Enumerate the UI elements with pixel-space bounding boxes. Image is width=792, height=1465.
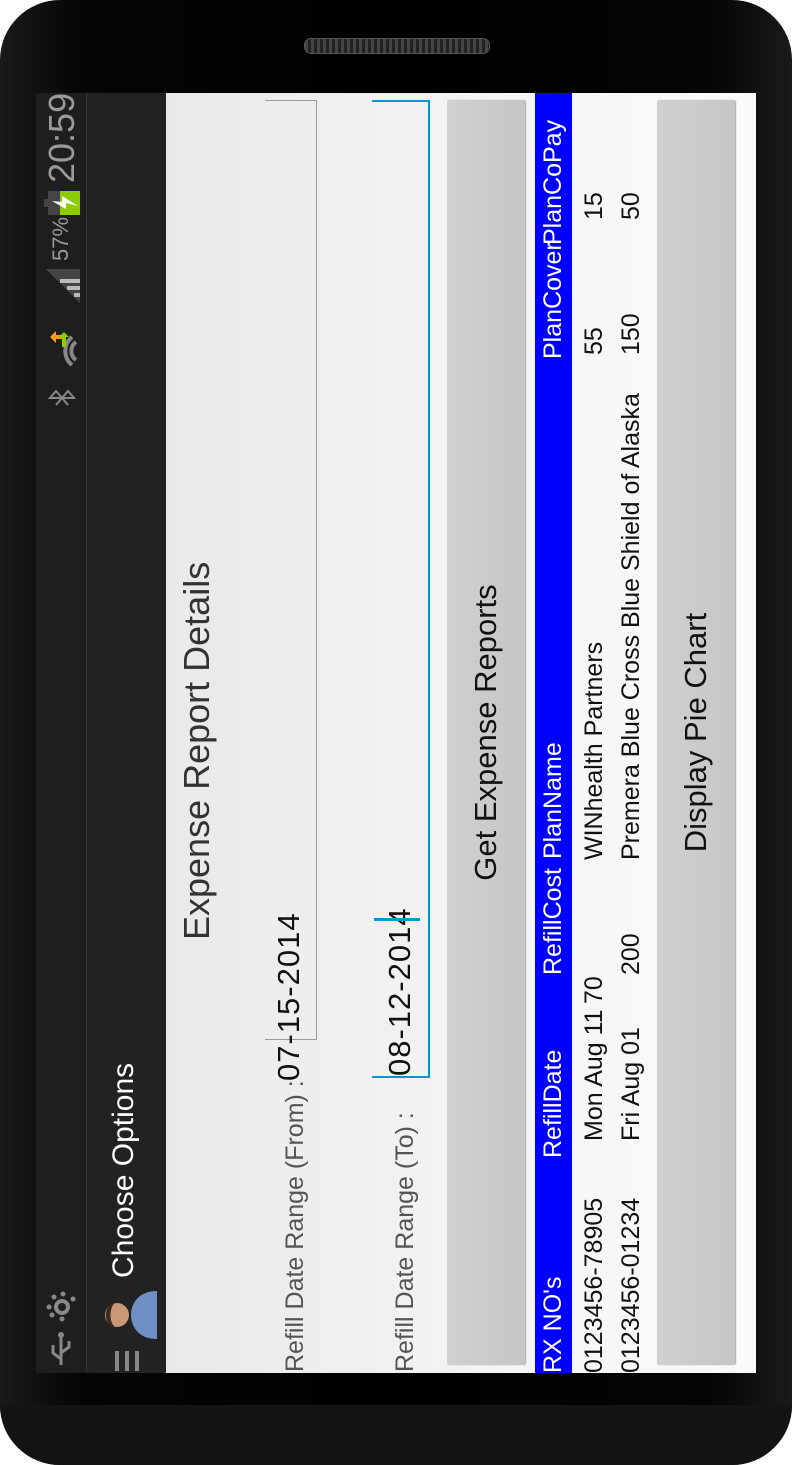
action-bar-title[interactable]: Choose Options	[107, 1063, 141, 1278]
to-date-input[interactable]: 08-12-2014	[372, 100, 430, 1078]
status-bar: 57% 20:59	[36, 93, 86, 1373]
header-rx-no: RX NO's	[539, 1276, 567, 1373]
landscape-content: 57% 20:59 Choose Options Expense Report …	[36, 93, 756, 1373]
speaker-grill	[304, 38, 490, 54]
header-refill-date: RefillDate	[539, 1049, 567, 1158]
page-title: Expense Report Details	[176, 561, 217, 940]
cell-rx-no: 0123456-01234	[617, 1197, 645, 1373]
cell-plan-name: Premera Blue Cross Blue Shield of Alaska	[617, 393, 645, 860]
header-plan-copay: PlanCoPay	[539, 119, 567, 245]
to-date-value: 08-12-2014	[382, 907, 417, 1076]
header-plan-name: PlanName	[539, 742, 567, 859]
table-header: RX NO's RefillDate RefillCost PlanName P…	[535, 93, 572, 1373]
cell-plan-name: WINhealth Partners	[580, 641, 608, 860]
drawer-menu-icon[interactable]	[109, 1351, 139, 1371]
cell-rx-no: 0123456-78905	[580, 1197, 608, 1373]
from-label: Refill Date Range (From) :	[281, 1080, 309, 1372]
usb-icon	[51, 1332, 71, 1365]
screen: 57% 20:59 Choose Options Expense Report …	[36, 93, 756, 1373]
avatar-icon[interactable]	[95, 1285, 157, 1345]
table-row: 0123456-01234 Fri Aug 01 200 Premera Blu…	[613, 93, 645, 1373]
app-icon	[46, 1291, 76, 1322]
cell-plan-copay: 50	[617, 192, 645, 220]
from-date-input[interactable]: 07-15-2014	[265, 100, 317, 1081]
header-refill-cost: RefillCost	[539, 868, 567, 975]
cell-plan-cover: 55	[580, 327, 608, 355]
clock: 20:59	[41, 93, 82, 183]
phone-bottom-bezel	[0, 1405, 792, 1465]
battery-percent: 57%	[48, 216, 73, 261]
bluetooth-icon	[48, 389, 76, 406]
phone-frame: 57% 20:59 Choose Options Expense Report …	[0, 0, 792, 1465]
battery-charging-icon	[44, 191, 80, 215]
cell-plan-cover: 150	[617, 313, 645, 355]
cell-refill-date: Mon Aug 11	[580, 1009, 608, 1141]
cell-plan-copay: 15	[580, 192, 608, 220]
display-pie-chart-button[interactable]: Display Pie Chart	[657, 100, 735, 1365]
header-plan-cover: PlanCover	[539, 242, 567, 359]
wifi-icon	[50, 331, 78, 367]
action-bar: Choose Options	[86, 93, 166, 1373]
cell-refill-cost: 200	[617, 933, 645, 975]
signal-icon	[46, 269, 80, 303]
get-expense-reports-button[interactable]: Get Expense Reports	[447, 100, 525, 1365]
text-cursor	[374, 918, 420, 921]
cell-refill-cost: 70	[580, 976, 608, 1004]
to-label: Refill Date Range (To) :	[391, 1112, 419, 1372]
table-row: 0123456-78905 Mon Aug 11 70 WINhealth Pa…	[576, 93, 608, 1373]
from-date-value: 07-15-2014	[271, 912, 306, 1081]
cell-refill-date: Fri Aug 01	[617, 1027, 645, 1141]
